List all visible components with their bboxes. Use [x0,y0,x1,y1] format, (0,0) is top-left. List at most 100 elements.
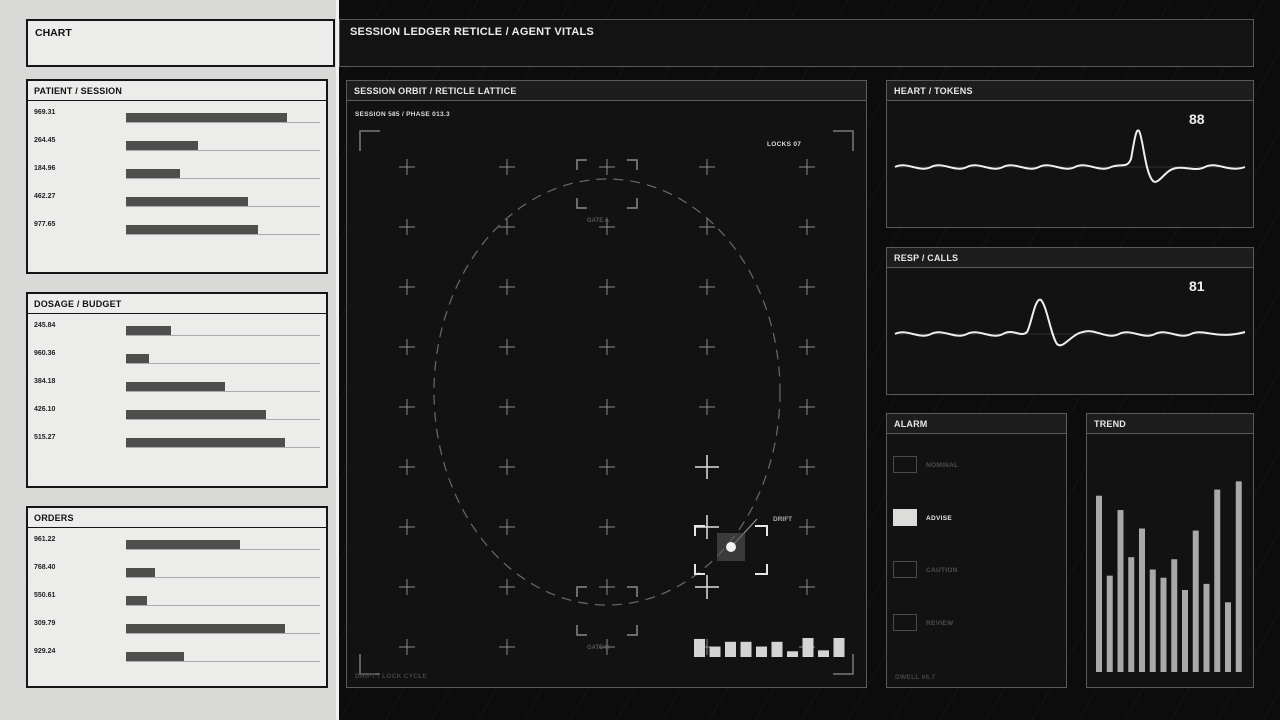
histogram-bar [740,641,752,657]
bar-fill [126,410,266,419]
bar-row: 426.10 [28,406,328,436]
lattice-cross [799,339,815,355]
lattice-cross [799,219,815,235]
lattice-cross [599,159,615,175]
dosage-budget-panel: DOSAGE / BUDGET 245.84 960.36 384.18 426.10… [26,292,328,488]
bar-fill [126,652,185,661]
bar-value: 245.84 [34,322,56,329]
lattice-cross [499,579,515,595]
trend-chart [1096,481,1242,672]
resp-calls-panel: RESP / CALLS 81 [886,247,1254,395]
trend-bar [1128,557,1135,672]
heart-tokens-panel: HEART / TOKENS 88 [886,80,1254,228]
lattice-cross [399,519,415,535]
lattice-cross [599,339,615,355]
bar-track [126,354,320,364]
lattice-cross [695,455,719,479]
lattice-cross [499,339,515,355]
lattice-cross [399,339,415,355]
gate-a-label: GATE A [587,218,610,224]
bar-track [126,652,320,662]
resp-waveform [894,298,1246,347]
panel-title: PATIENT / SESSION [28,81,326,101]
bar-value: 462.27 [34,193,56,200]
bar-row: 184.96 [28,165,328,195]
lattice-cross [699,399,715,415]
lattice-cross [799,159,815,175]
bar-track [126,382,320,392]
trend-bar [1214,489,1221,672]
histogram-bar [787,651,798,657]
lattice-cross [699,159,715,175]
alarm-footer: DWELL 66.7 [895,674,936,681]
bar-value: 550.61 [34,592,56,599]
alarm-item-caution[interactable]: CAUTION [893,561,1053,581]
lattice-cross [599,279,615,295]
bar-track [126,438,320,448]
bar-value: 960.36 [34,350,56,357]
bar-row: 462.27 [28,193,328,223]
alarm-item-review[interactable]: REVIEW [893,613,1053,634]
trend-bar [1139,528,1145,672]
bar-fill [126,326,171,335]
bar-track [126,113,320,123]
trend-bar [1096,495,1102,672]
alarm-panel: ALARM NOMINAL ADVISE CAUTION REVIEW DWELL 6… [886,413,1067,688]
bar-value: 977.65 [34,221,56,228]
bar-row: 961.22 [28,536,328,566]
alarm-label: CAUTION [926,567,958,574]
drift-label: DRIFT [773,516,792,523]
lattice-cross [699,339,715,355]
lattice-cross [399,279,415,295]
histogram-bar [771,641,783,657]
panel-title: DOSAGE / BUDGET [28,294,326,314]
lattice-cross [599,579,615,595]
alarm-label: REVIEW [926,619,954,627]
panel-title: SESSION ORBIT / RETICLE LATTICE [347,81,866,101]
footer-label: DRIFT / LOCK CYCLE [355,673,428,680]
lattice-cross [499,639,515,655]
lattice-cross [599,519,615,535]
bar-row: 384.18 [28,378,328,408]
lattice-cross [399,159,415,175]
bar-value: 384.18 [34,378,56,385]
lattice-cross [399,639,415,655]
lattice-cross [399,219,415,235]
bar-value: 768.40 [34,564,56,571]
alarm-item-nominal[interactable]: NOMINAL [893,456,1053,476]
bar-value: 264.45 [34,137,56,144]
trend-bar [1203,583,1210,672]
bar-row: 245.84 [28,322,328,352]
bar-track [126,197,320,207]
trend-panel: TREND [1086,413,1254,688]
alarm-indicator [893,508,917,526]
trend-bar [1160,577,1167,672]
bar-track [126,410,320,420]
alarm-indicator [893,456,917,473]
bar-fill [126,540,241,549]
bar-value: 309.79 [34,620,56,627]
alarm-label: NOMINAL [926,462,959,469]
lattice-cross [699,219,715,235]
histogram-bar [756,646,767,657]
alarm-item-advise[interactable]: ADVISE [893,508,1053,529]
lattice-cross [399,459,415,475]
bar-value: 426.10 [34,406,56,413]
trend-bar [1171,559,1178,672]
bar-fill [126,438,286,447]
lattice-cross [695,575,719,599]
lattice-cross [499,219,515,235]
bar-row: 768.40 [28,564,328,594]
sidebar-title: CHART [35,27,72,39]
trend-bar [1182,590,1188,672]
histogram-bar [818,650,829,657]
panel-title: TREND [1087,414,1253,434]
bar-track [126,141,320,151]
patient-session-panel: PATIENT / SESSION 969.31 264.45 184.96 462.… [26,79,328,274]
lattice-cross [399,579,415,595]
alarm-indicator [893,561,917,578]
lattice-cross [499,459,515,475]
lattice-cross [799,279,815,295]
panel-title: ORDERS [28,508,326,528]
header-panel: SESSION LEDGER RETICLE / AGENT VITALS [339,19,1254,67]
